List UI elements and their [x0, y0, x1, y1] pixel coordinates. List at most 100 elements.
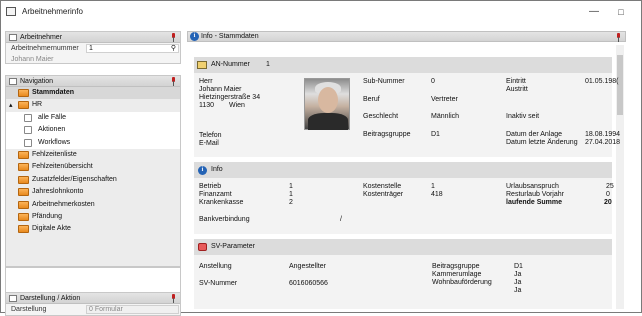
vacation-entitlement-label: Urlaubsanspruch — [506, 183, 559, 190]
display-label: Darstellung — [11, 306, 47, 313]
sidebar-item-pfändung[interactable]: Pfändung — [6, 211, 180, 223]
pin-icon[interactable] — [170, 294, 177, 303]
navigation-list: Stammdaten ▴ HR alle Fälle Aktionen Workflows… — [6, 87, 180, 236]
page-icon — [24, 126, 32, 135]
cost-center-value: 1 — [431, 183, 435, 190]
info-section-header: i Info — [194, 162, 612, 178]
display-panel-title: Darstellung / Aktion — [20, 295, 81, 302]
sidebar-item-arbeitnehmerkosten[interactable]: Arbeitnehmerkosten — [6, 199, 180, 211]
sidebar-item-jahreslohnkonto[interactable]: Jahreslohnkonto — [6, 186, 180, 198]
salutation: Herr — [199, 78, 213, 85]
app-window: Arbeitnehmerinfo — □ Arbeitnehmer Arbeit… — [0, 0, 642, 316]
maximize-button[interactable]: □ — [611, 4, 631, 20]
company-label: Betrieb — [199, 183, 222, 190]
photo-body — [308, 113, 348, 130]
display-value: 0 Formular — [89, 306, 123, 313]
vacation-entitlement-value: 25 — [606, 183, 614, 190]
sidebar-item-workflows[interactable]: Workflows — [6, 136, 180, 149]
scrollbar-thumb[interactable] — [617, 55, 623, 115]
display-panel: Darstellung / Aktion Darstellung 0 Formu… — [5, 292, 181, 316]
employee-photo — [304, 78, 350, 130]
remaining-vacation-label: Resturlaub Vorjahr — [506, 191, 564, 198]
navigation-panel: Navigation Stammdaten ▴ HR alle Fälle Aktion… — [5, 75, 181, 267]
employee-number-value: 1 — [89, 45, 93, 52]
cost-unit-value: 418 — [431, 191, 443, 198]
sidebar-item-label: Zusatzfelder/Eigenschaften — [32, 175, 117, 183]
sidebar-item-label: Digitale Akte — [32, 225, 71, 233]
sv-number-value: 6016060566 — [289, 280, 328, 287]
sv-contribution-group-value: D1 — [514, 263, 523, 270]
folder-icon — [18, 89, 29, 97]
minimize-button[interactable]: — — [584, 4, 604, 20]
info-pane: i Info - Stammdaten AN-Nummer 1 Herr Joh… — [187, 31, 626, 309]
employee-name: Johann Maier — [11, 56, 54, 63]
photo-face — [318, 87, 338, 113]
employment-type-label: Anstellung — [199, 263, 232, 270]
title-bar: Arbeitnehmerinfo — □ — [1, 1, 641, 23]
email-label: E-Mail — [199, 140, 219, 147]
an-number: 1 — [266, 61, 270, 68]
inactive-since-label: Inaktiv seit — [506, 113, 540, 120]
tax-office-label: Finanzamt — [199, 191, 232, 198]
info-pane-title: Info - Stammdaten — [201, 33, 259, 40]
page-icon — [24, 138, 32, 147]
sv-number-label: SV-Nummer — [199, 280, 238, 287]
employee-icon — [9, 34, 17, 41]
sv-section-title: SV-Parameter — [211, 243, 255, 250]
employee-fullname: Johann Maier — [199, 86, 242, 93]
folder-icon — [18, 150, 29, 159]
sidebar-item-zusatzfelder-eigenschaften[interactable]: Zusatzfelder/Eigenschaften — [6, 174, 180, 186]
pin-icon[interactable] — [615, 33, 622, 42]
sv-section-header: SV-Parameter — [194, 239, 612, 255]
employee-panel-header: Arbeitnehmer — [6, 32, 180, 43]
job-value: Vertreter — [431, 96, 458, 103]
modified-date-value: 27.04.2018 — [585, 139, 621, 146]
sidebar-item-digitale-akte[interactable]: Digitale Akte — [6, 223, 180, 235]
pin-icon[interactable] — [170, 33, 177, 42]
sidebar-item-hr[interactable]: ▴ HR — [6, 99, 180, 111]
sidebar-item-aktionen[interactable]: Aktionen — [6, 124, 180, 137]
an-section-title: AN-Nummer — [211, 61, 250, 68]
employee-panel: Arbeitnehmer Arbeitnehmernummer 1 ⚲ Joha… — [5, 31, 181, 64]
sidebar-item-label: Arbeitnehmerkosten — [32, 200, 95, 208]
pin-icon[interactable] — [170, 77, 177, 86]
phone-label: Telefon — [199, 132, 222, 139]
folder-icon — [18, 200, 29, 209]
employee-name-row: Johann Maier — [6, 54, 180, 65]
app-icon — [6, 7, 16, 16]
sidebar-item-label: Jahreslohnkonto — [32, 188, 84, 196]
created-date-value: 18.08.1994 — [585, 131, 621, 138]
display-icon — [9, 295, 17, 302]
tax-office-value: 1 — [289, 191, 293, 198]
bank-label: Bankverbindung — [199, 216, 250, 223]
sidebar-item-fehlzeitenübersicht[interactable]: Fehlzeitenübersicht — [6, 161, 180, 173]
left-pane: Arbeitnehmer Arbeitnehmernummer 1 ⚲ Joha… — [5, 26, 181, 316]
folder-icon — [18, 212, 29, 221]
sv-section-body: Anstellung Angestellter SV-Nummer 601606… — [194, 255, 612, 309]
cost-center-label: Kostenstelle — [363, 183, 402, 190]
display-panel-header: Darstellung / Aktion — [6, 293, 180, 304]
cost-unit-label: Kostenträger — [363, 191, 404, 198]
zip: 1130 — [199, 102, 215, 109]
chevron-up-icon[interactable]: ▴ — [9, 101, 13, 109]
housing-subsidy-label: Wohnbauförderung — [432, 279, 492, 286]
sidebar-item-label: Pfändung — [32, 212, 62, 220]
health-insurance-value: 2 — [289, 199, 293, 206]
sidebar-item-label: Workflows — [38, 138, 71, 146]
person-card-icon — [197, 61, 207, 69]
sidebar-item-alle-fälle[interactable]: alle Fälle — [6, 111, 180, 125]
contribution-group-value: D1 — [431, 131, 440, 138]
sidebar-item-stammdaten[interactable]: Stammdaten — [6, 87, 180, 100]
sidebar-item-label: Fehlzeitenübersicht — [32, 163, 93, 171]
employee-number-input[interactable]: 1 ⚲ — [86, 44, 179, 53]
info-section-title: Info — [211, 166, 223, 173]
running-total-value: 20 — [604, 199, 612, 206]
employee-number-row: Arbeitnehmernummer 1 ⚲ — [6, 43, 180, 54]
an-section-header: AN-Nummer 1 — [194, 57, 612, 73]
sidebar-item-fehlzeitenliste[interactable]: Fehlzeitenliste — [6, 149, 180, 161]
an-section-body: Herr Johann Maier Hietzingerstraße 34 11… — [194, 73, 620, 157]
city: Wien — [229, 102, 245, 109]
entry-date-value: 01.05.198( — [585, 78, 619, 85]
sidebar-item-label: alle Fälle — [38, 113, 67, 121]
search-icon[interactable]: ⚲ — [171, 45, 176, 53]
